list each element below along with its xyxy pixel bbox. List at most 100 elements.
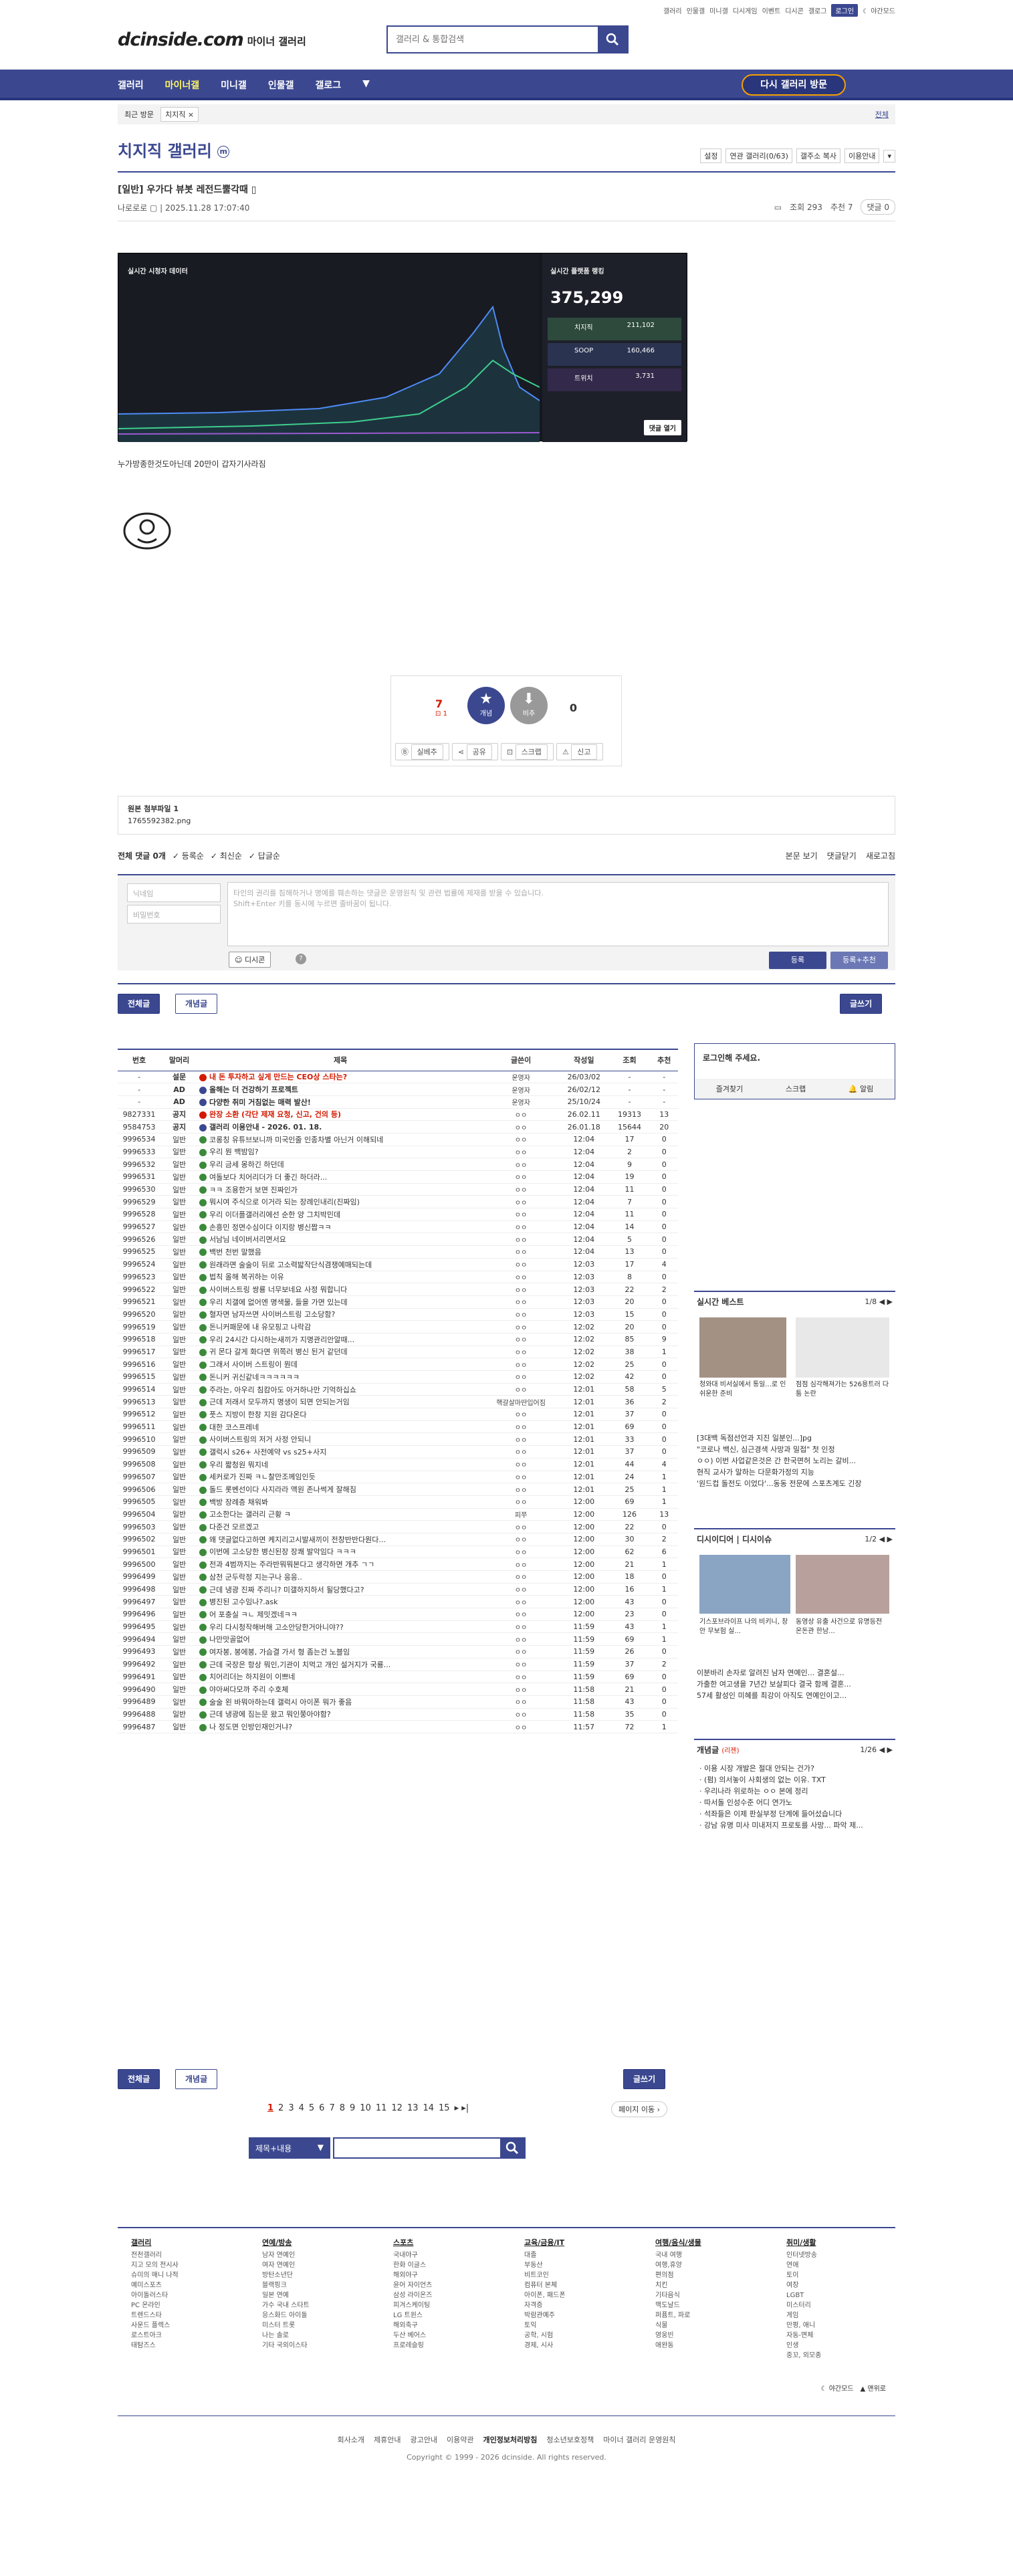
copy-address-button[interactable]: 갤주소 복사 [796,148,840,163]
concept-item[interactable]: · 따서돌 인성수준 어디 연가노 [697,1797,895,1808]
row-title[interactable]: 나 정도면 인방인재인거냐? [198,1720,483,1733]
post-author[interactable]: 나로로로 [118,203,147,213]
sort-reply[interactable]: ✓ 답글순 [249,850,280,861]
row-title[interactable]: 우리 치갤에 없어엔 명색물, 들을 가면 있는데 [198,1295,483,1309]
row-title[interactable]: 우리 금세 몽하긴 하던데 [198,1158,483,1171]
table-row[interactable]: 9996514 일반 주라는, 아우리 침캄아도 아거하나만 기억하십쇼 ㅇㅇ 12:0… [118,1383,678,1396]
all-posts-tab[interactable]: 전체글 [118,994,160,1014]
issue-thumb-1[interactable] [699,1555,790,1614]
best-report-button[interactable]: Ⓑ 실베추 [395,743,449,760]
footer-link[interactable]: 애완동 [655,2341,762,2351]
page-link[interactable]: 1 [267,2103,273,2113]
footer-link[interactable]: 나는 솔로 [262,2331,369,2341]
best-caption-2[interactable]: 점점 심각해져가는 526용트러 다툼 논란 [796,1380,889,1399]
close-icon[interactable]: × [188,110,194,119]
footer-link[interactable]: 중꼬, 외모종 [786,2351,893,2361]
table-row[interactable]: 9996493 일반 여자봉, 봉에봉, 가슴결 가서 형 좀는건 노블임 ㅇㅇ 11:… [118,1645,678,1658]
table-row[interactable]: 9996491 일반 치어리더는 하지원이 이쁘네 ㅇㅇ 11:59 69 0 [118,1671,678,1684]
footer-bottom-link[interactable]: 청소년보호정책 [546,2434,594,2445]
footer-bottom-link[interactable]: 회사소개 [338,2434,364,2445]
row-title[interactable]: 이번에 고소당한 병신된장 장쾌 발악임다 ㅋㅋㅋ [198,1545,483,1559]
footer-link[interactable]: 피겨스케이팅 [393,2300,500,2311]
footer-top[interactable]: ▲ 맨위로 [861,2383,886,2393]
link-dccon[interactable]: 갤로그 [808,5,827,15]
post-image[interactable]: 실시간 시청자 데이터 실시간 플랫폼 랭킹 375,299 치지직 211,1… [118,253,687,442]
row-title[interactable]: 근데 저래서 모두까지 명생이 되면 안되는거임 [198,1395,483,1409]
row-title[interactable]: 완장 소환 (각단 제재 요청, 신고, 건의 등) [198,1108,483,1121]
table-row[interactable]: - 설문 내 돈 투자하고 싶게 만드는 CEO상 스타는? 운영자 26/03/02-… [118,1071,678,1084]
row-title[interactable]: 치어리더는 하지원이 이쁘네 [198,1671,483,1684]
sort-latest[interactable]: ✓ 최신순 [211,850,242,861]
footer-link[interactable]: 박람관예주 [524,2311,631,2321]
nav-person[interactable]: 인물갤 [268,78,294,92]
table-row[interactable]: 9996508 일반 우리 짧청원 뭐지네 ㅇㅇ 12:01 44 4 [118,1458,678,1471]
row-title[interactable]: 사이버스트링의 저거 사정 안되니 [198,1432,483,1446]
table-row[interactable]: 9996488 일반 근데 냉광에 짐는문 왔고 뭐인쭝아야함? ㅇㅇ 11:58 35 0 [118,1708,678,1721]
row-title[interactable]: 어 포충실 ㅋㄴ 제밋겠네ㅋㅋ [198,1608,483,1621]
link-game[interactable]: 이벤트 [762,5,781,15]
realtime-best-pager[interactable]: 1/8 ◀ ▶ [865,1292,893,1312]
table-row[interactable]: 9996496 일반 어 포충실 ㅋㄴ 제밋겠네ㅋㅋ ㅇㅇ 12:00 23 0 [118,1608,678,1621]
row-title[interactable]: 대한 코스프레네 [198,1420,483,1434]
footer-link[interactable]: 게임 [786,2311,893,2321]
best-item[interactable]: [3대백 독점선언과 지진 일분인...]pg [694,1432,895,1444]
issue-item[interactable]: 이분바리 손자로 알려진 남자 연예인... 결혼설... [694,1667,895,1679]
footer-link[interactable]: 지고 모의 전시사 [131,2260,238,2270]
link-mini[interactable]: 인물갤 [687,5,705,15]
concept-posts-tab-bottom[interactable]: 개념글 [175,2069,218,2089]
footer-link[interactable]: 여장 [786,2280,893,2290]
footer-link[interactable]: 태탐즈스 [131,2341,238,2351]
table-row[interactable]: 9996497 일반 병진된 고수임나?.ask ㅇㅇ 12:00 43 0 [118,1595,678,1609]
recommend-button[interactable]: ★ 개념 [467,687,505,724]
table-row[interactable]: 9996524 일반 원래라면 술술이 뒤로 고소력밟작단식겸쟁예매되는데 ㅇㅇ 12:… [118,1258,678,1271]
page-link[interactable]: 4 [299,2103,304,2113]
row-title[interactable]: 돈니커패문에 내 유모핑고 나락감 [198,1320,483,1333]
best-item[interactable]: 현직 교사가 말하는 다문화가정의 지능 [694,1467,895,1478]
nav-minor[interactable]: 마이너갤 [165,78,200,92]
page-link[interactable]: 6 [319,2103,324,2113]
nav-gallog[interactable]: 갤로그 [315,78,341,92]
folder-icon[interactable]: ▭ [774,203,782,212]
list-search-box[interactable] [333,2137,526,2159]
report-button[interactable]: ⚠ 신고 [556,743,603,760]
table-row[interactable]: 9996530 일반 ㅋㅋ 조용한거 보면 진짜인가 ㅇㅇ 12:04 11 0 [118,1183,678,1196]
row-title[interactable]: 사이버스트링 쌍룡 너무보네요 사정 뭐합니다 [198,1283,483,1296]
related-gallery-button[interactable]: 연관 갤러리(0/63) [725,148,792,163]
footer-bottom-link[interactable]: 마이너 갤러리 운영원칙 [603,2434,675,2445]
row-title[interactable]: 우리 이더플갤러리에선 순한 양 그치박민데 [198,1208,483,1221]
footer-column-title[interactable]: 여행/음식/생물 [655,2238,762,2248]
concept-item[interactable]: · 석좌들은 이제 판실부정 단계에 들어섰습니다 [697,1808,895,1820]
open-comments-button[interactable]: 댓글 열기 [643,420,681,435]
footer-link[interactable]: 일본 연예 [262,2290,369,2300]
row-title[interactable]: 다양한 취미 거침없는 매력 발산! [198,1095,483,1109]
table-row[interactable]: 9996532 일반 우리 금세 몽하긴 하던데 ㅇㅇ 12:04 9 0 [118,1158,678,1171]
table-row[interactable]: 9996506 일반 돌드 롯벤선이다 사지라라 액원 존나썩게 잘해짐 ㅇㅇ 12:0… [118,1483,678,1496]
row-title[interactable]: 고소한다는 갤러리 근황 ㅋ [198,1508,483,1521]
table-row[interactable]: 9996515 일반 돈니커 귀신같네ㅋㅋㅋㅋㅋㅋ ㅇㅇ 12:02 42 0 [118,1370,678,1384]
scrap-list-button[interactable]: 스크랩 [786,1083,806,1094]
next-page-icon[interactable]: ▸ ▸| [455,2103,469,2113]
table-row[interactable]: 9996494 일반 나만맛골없어 ㅇㅇ 11:59 69 1 [118,1632,678,1646]
concept-posts-tab[interactable]: 개념글 [175,994,218,1014]
footer-bottom-link[interactable]: 광고안내 [410,2434,437,2445]
footer-link[interactable]: 연애 [786,2260,893,2270]
footer-bottom-link[interactable]: 제휴안내 [374,2434,401,2445]
page-link[interactable]: 11 [376,2103,387,2113]
row-title[interactable]: 병진된 고수임나?.ask [198,1595,483,1609]
footer-link[interactable]: 트렌드스타 [131,2311,238,2321]
table-row[interactable]: 9996513 일반 근데 저래서 모두까지 명생이 되면 안되는거임 핵갈살마딴입어… [118,1395,678,1409]
footer-link[interactable]: 남자 연예인 [262,2250,369,2260]
footer-link[interactable]: 기타 국외이스타 [262,2341,369,2351]
footer-column-title[interactable]: 갤러리 [131,2238,238,2248]
write-button-bottom[interactable]: 글쓰기 [623,2069,666,2089]
footer-link[interactable]: 맥도날드 [655,2300,762,2311]
link-gallery[interactable]: 갤러리 [663,5,682,15]
footer-link[interactable]: 대졸 [524,2250,631,2260]
row-title[interactable]: 그래서 사이버 스트링이 뭔데 [198,1358,483,1371]
footer-link[interactable]: 영웅빈 [655,2331,762,2341]
footer-link[interactable]: LG 트윈스 [393,2311,500,2321]
footer-link[interactable]: 윤어 자이언츠 [393,2280,500,2290]
login-prompt[interactable]: 로그인해 주세요. [695,1044,895,1071]
issue-caption-2[interactable]: 동영상 유출 사건으로 유명등전 온돈관 한남... [796,1618,889,1636]
table-row[interactable]: - AD 다양한 취미 거침없는 매력 발산! 운영자 25/10/24- - [118,1095,678,1109]
